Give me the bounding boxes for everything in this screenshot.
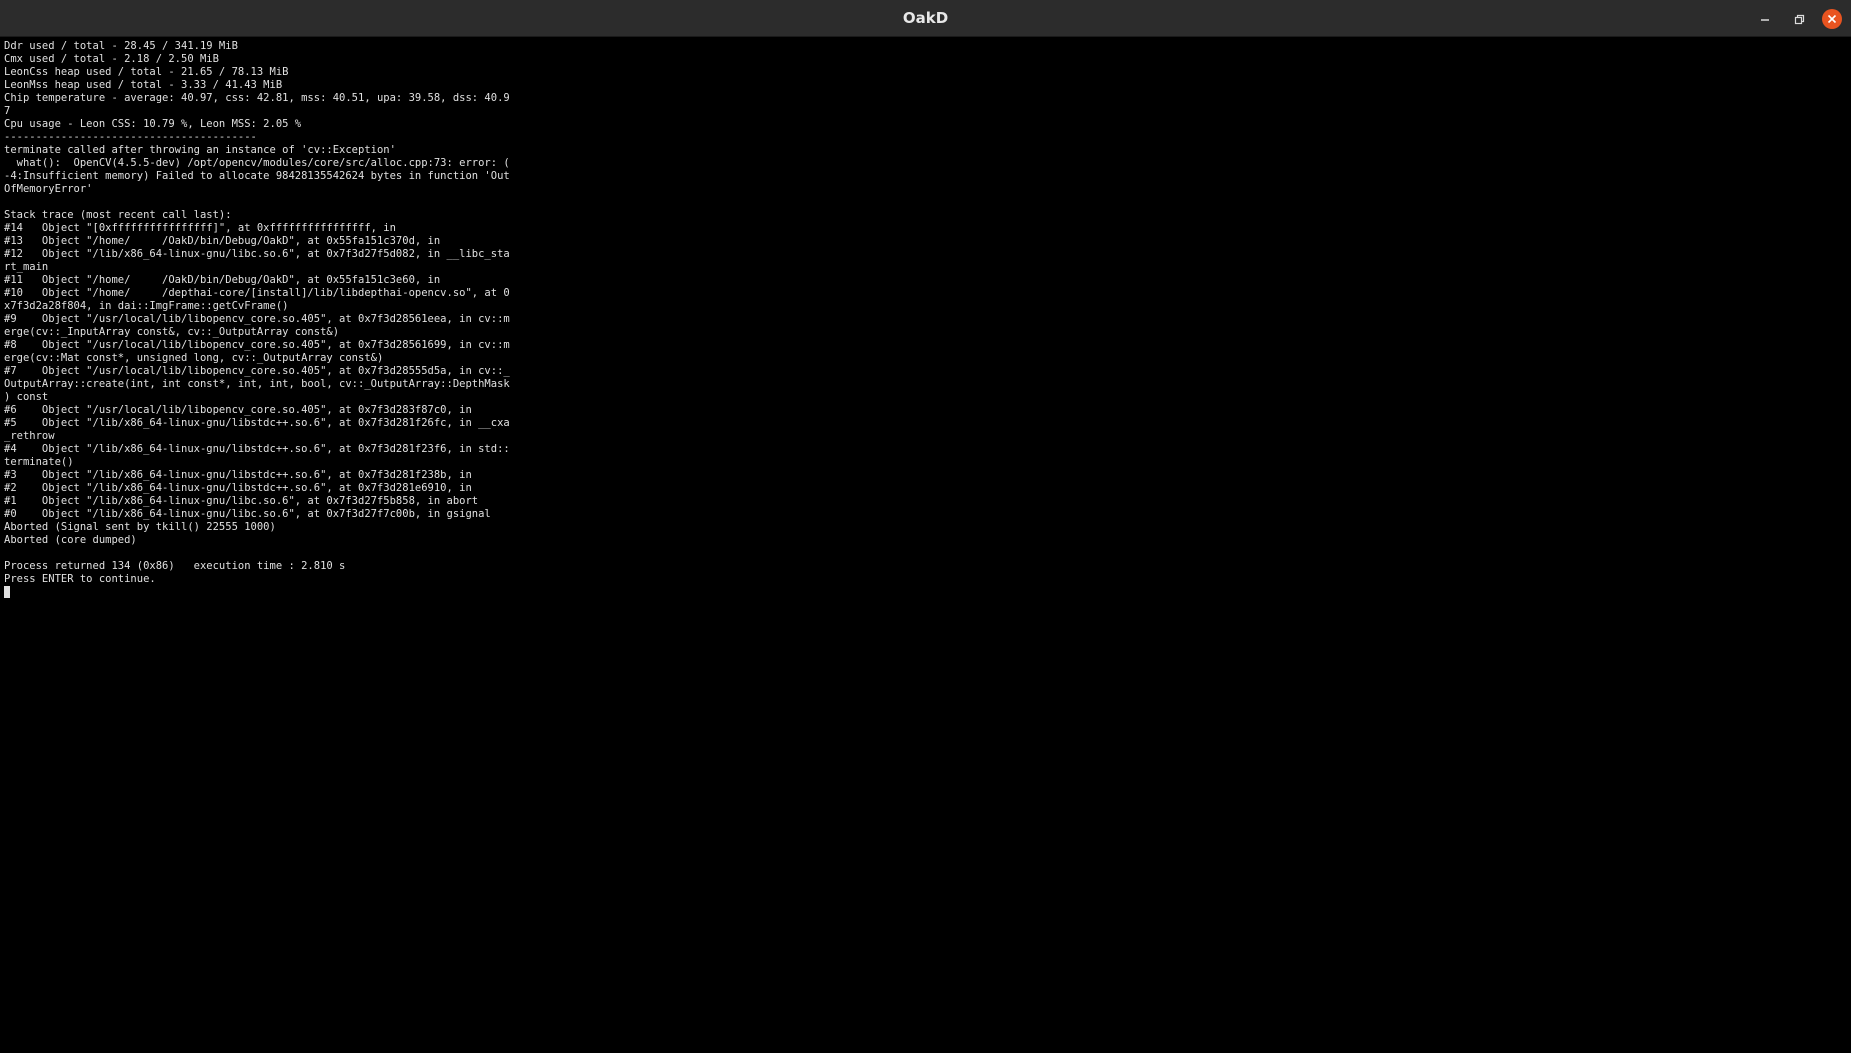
terminal-line: 7 [4, 105, 11, 117]
terminal-line: ---------------------------------------- [4, 131, 257, 143]
close-button[interactable] [1822, 9, 1842, 29]
terminal-line: terminate() [4, 456, 74, 468]
terminal-line: Press ENTER to continue. [4, 573, 156, 585]
terminal-line: x7f3d2a28f804, in dai::ImgFrame::getCvFr… [4, 300, 289, 312]
terminal-line: LeonMss heap used / total - 3.33 / 41.43… [4, 79, 283, 91]
terminal-line: Cmx used / total - 2.18 / 2.50 MiB [4, 53, 219, 65]
terminal-line: #2 Object "/lib/x86_64-linux-gnu/libstdc… [4, 482, 472, 494]
terminal-line: ) const [4, 391, 49, 403]
terminal-line: #3 Object "/lib/x86_64-linux-gnu/libstdc… [4, 469, 472, 481]
terminal-line: Aborted (core dumped) [4, 534, 137, 546]
terminal-line: #4 Object "/lib/x86_64-linux-gnu/libstdc… [4, 443, 510, 455]
terminal-line: #10 Object "/home/ /depthai-core/[instal… [4, 287, 510, 299]
title-bar[interactable]: OakD [0, 0, 1851, 37]
terminal-line: erge(cv::_InputArray const&, cv::_Output… [4, 326, 340, 338]
terminal-window: OakD Ddr used / total - 28.45 / 341.19 M… [0, 0, 1851, 1053]
terminal-line: #11 Object "/home/ /OakD/bin/Debug/OakD"… [4, 274, 441, 286]
terminal-line: terminate called after throwing an insta… [4, 144, 396, 156]
minimize-icon [1761, 19, 1769, 21]
terminal-line: -4:Insufficient memory) Failed to alloca… [4, 170, 510, 182]
terminal-line: _rethrow [4, 430, 55, 442]
terminal-line: #9 Object "/usr/local/lib/libopencv_core… [4, 313, 510, 325]
terminal-line: #12 Object "/lib/x86_64-linux-gnu/libc.s… [4, 248, 510, 260]
terminal-line: Process returned 134 (0x86) execution ti… [4, 560, 346, 572]
text-cursor [4, 586, 10, 598]
terminal-line: #14 Object "[0xffffffffffffffff]", at 0x… [4, 222, 396, 234]
terminal-line: Ddr used / total - 28.45 / 341.19 MiB [4, 40, 238, 52]
terminal-line: Aborted (Signal sent by tkill() 22555 10… [4, 521, 276, 533]
terminal-line: Cpu usage - Leon CSS: 10.79 %, Leon MSS:… [4, 118, 302, 130]
terminal-line: #6 Object "/usr/local/lib/libopencv_core… [4, 404, 472, 416]
terminal-line: #0 Object "/lib/x86_64-linux-gnu/libc.so… [4, 508, 491, 520]
terminal-line: OutputArray::create(int, int const*, int… [4, 378, 510, 390]
terminal-line: LeonCss heap used / total - 21.65 / 78.1… [4, 66, 289, 78]
terminal-line: #1 Object "/lib/x86_64-linux-gnu/libc.so… [4, 495, 479, 507]
minimize-button[interactable] [1755, 9, 1775, 29]
terminal-line: #7 Object "/usr/local/lib/libopencv_core… [4, 365, 510, 377]
terminal-line: erge(cv::Mat const*, unsigned long, cv::… [4, 352, 384, 364]
terminal-line: Chip temperature - average: 40.97, css: … [4, 92, 510, 104]
terminal-line: OfMemoryError' [4, 183, 93, 195]
terminal-line: #8 Object "/usr/local/lib/libopencv_core… [4, 339, 510, 351]
restore-button[interactable] [1789, 9, 1809, 29]
terminal-line: rt_main [4, 261, 49, 273]
window-title: OakD [902, 9, 949, 27]
restore-icon [1794, 14, 1805, 25]
terminal-line: #13 Object "/home/ /OakD/bin/Debug/OakD"… [4, 235, 441, 247]
close-icon [1827, 14, 1837, 24]
terminal-line: what(): OpenCV(4.5.5-dev) /opt/opencv/mo… [4, 157, 510, 169]
terminal-line: #5 Object "/lib/x86_64-linux-gnu/libstdc… [4, 417, 510, 429]
terminal-output[interactable]: Ddr used / total - 28.45 / 341.19 MiB Cmx… [0, 37, 1851, 1053]
terminal-line: Stack trace (most recent call last): [4, 209, 232, 221]
cursor-line [4, 586, 1851, 599]
